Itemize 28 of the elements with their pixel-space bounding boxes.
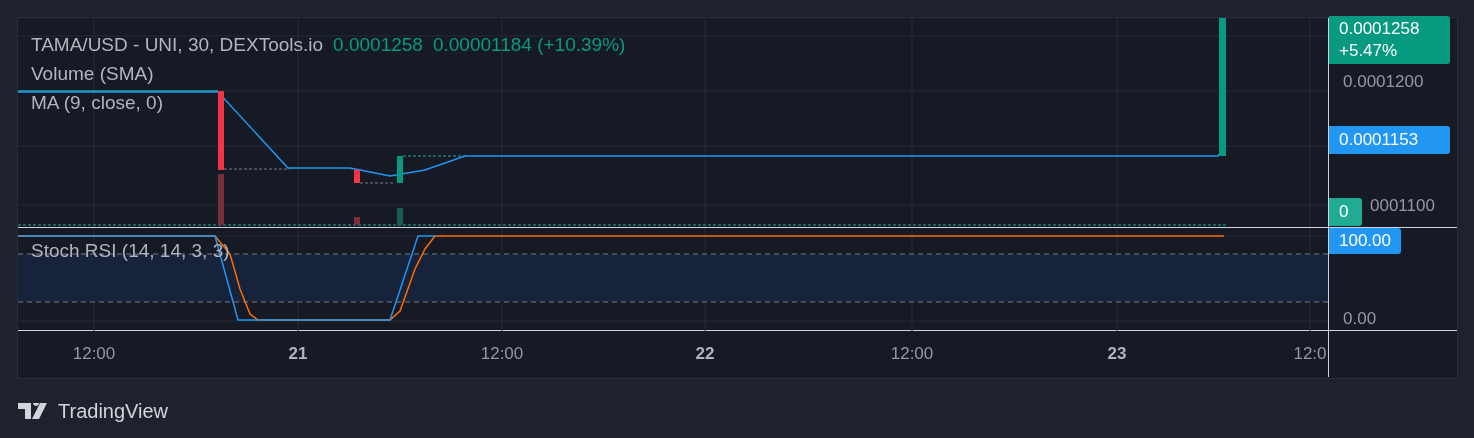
day-label: 23 <box>1107 343 1127 365</box>
volume-badge: 0 <box>1329 198 1362 226</box>
last-price: 0.0001258 <box>333 35 423 55</box>
time-label: 12:00 <box>890 343 934 365</box>
volume-bar <box>218 174 224 225</box>
candle <box>354 170 360 183</box>
day-label: 21 <box>288 343 308 365</box>
indicator-label: MA (9, close, 0) <box>31 93 163 113</box>
time-label: 12:00 <box>480 343 524 365</box>
time-label: 12:00 <box>72 343 116 365</box>
indicator-label: Volume (SMA) <box>31 64 154 84</box>
day-label: 22 <box>695 343 715 365</box>
stoch-tick-label: 0.00 <box>1343 308 1377 330</box>
symbol-title: TAMA/USD - UNI, 30, DEXTools.io <box>31 35 324 55</box>
brand-name: TradingView <box>58 399 169 424</box>
volume-bar <box>354 217 360 225</box>
price-line <box>402 155 466 157</box>
price-tick-label: 0001100 <box>1370 195 1435 217</box>
price-change: 0.00001184 (+10.39%) <box>432 35 626 55</box>
price-line <box>223 168 291 170</box>
price-line <box>359 182 396 184</box>
stoch-value-badge: 100.00 <box>1329 228 1401 254</box>
time-label: 12:0 <box>1293 343 1327 365</box>
volume-bar <box>397 208 403 225</box>
price-tick-label: 0.0001200 <box>1343 71 1424 93</box>
last-price-badge: 0.0001258 +5.47% <box>1329 16 1450 64</box>
ma-value-badge: 0.0001153 <box>1329 126 1450 154</box>
candle <box>397 156 403 183</box>
